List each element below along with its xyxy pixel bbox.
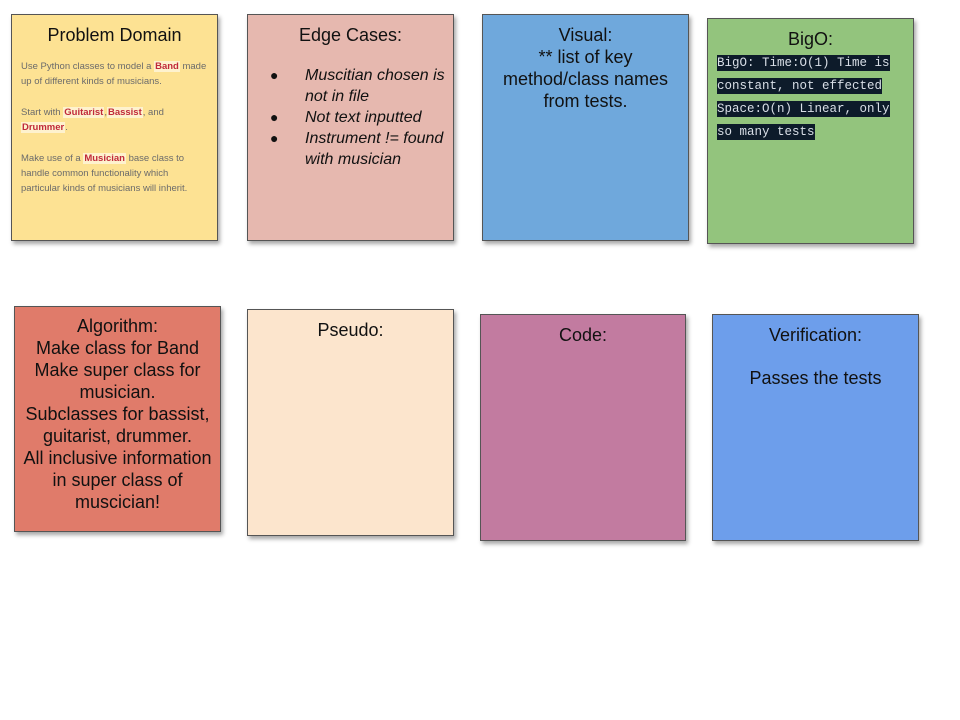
problem-domain-paragraph-3: Make use of a Musician base class to han… (12, 151, 217, 196)
code-card[interactable]: Code: (480, 314, 686, 541)
bigo-card[interactable]: BigO: BigO: Time:O(1) Time is constant, … (707, 18, 914, 244)
edge-cases-title: Edge Cases: (298, 25, 403, 45)
algorithm-line: Subclasses for bassist, guitarist, drumm… (25, 404, 210, 446)
visual-title: Visual: (558, 25, 613, 45)
edge-case-text: Instrument != found with musician (305, 130, 444, 168)
edge-case-text: Muscitian chosen is not in file (305, 67, 445, 105)
list-item: ● Muscitian chosen is not in file (248, 65, 453, 107)
bigo-code-text: BigO: Time:O(1) Time is constant, not ef… (717, 55, 890, 140)
verification-text: Passes the tests (749, 368, 882, 388)
problem-domain-title: Problem Domain (47, 25, 182, 45)
bullet-icon: ● (270, 109, 279, 125)
keyword-drummer: Drummer (21, 122, 66, 133)
keyword-guitarist: Guitarist (63, 107, 105, 118)
algorithm-title: Algorithm: (76, 316, 159, 336)
code-title: Code: (558, 325, 608, 345)
edge-cases-card[interactable]: Edge Cases: ● Muscitian chosen is not in … (247, 14, 454, 241)
keyword-bassist: Bassist (106, 107, 143, 118)
algorithm-line: Make super class for musician. (34, 360, 201, 402)
verification-card[interactable]: Verification: Passes the tests (712, 314, 919, 541)
pd-text: Make use of a (21, 153, 84, 164)
algorithm-line: Make class for Band (35, 338, 200, 358)
pseudo-card[interactable]: Pseudo: (247, 309, 454, 536)
algorithm-card[interactable]: Algorithm: Make class for Band Make supe… (14, 306, 221, 532)
pd-text: . (65, 122, 68, 133)
bullet-icon: ● (270, 67, 279, 83)
keyword-band: Band (154, 61, 180, 72)
visual-text: ** list of key method/class names from t… (502, 47, 669, 111)
problem-domain-paragraph-2: Start with Guitarist,Bassist, and Drumme… (12, 105, 217, 135)
list-item: ● Instrument != found with musician (248, 128, 453, 170)
bigo-code-block: BigO: Time:O(1) Time is constant, not ef… (708, 52, 913, 144)
pseudo-title: Pseudo: (317, 320, 384, 340)
pd-text: , and (142, 107, 164, 118)
problem-domain-paragraph-1: Use Python classes to model a Band made … (12, 59, 217, 89)
verification-title: Verification: (768, 325, 863, 345)
edge-cases-list: ● Muscitian chosen is not in file ● Not te… (248, 65, 453, 170)
bullet-icon: ● (270, 130, 279, 146)
list-item: ● Not text inputted (248, 107, 453, 128)
edge-case-text: Not text inputted (305, 109, 422, 126)
keyword-musician: Musician (83, 153, 126, 164)
pd-text: Use Python classes to model a (21, 61, 155, 72)
problem-domain-card[interactable]: Problem Domain Use Python classes to mod… (11, 14, 218, 241)
algorithm-line: All inclusive information in super class… (23, 448, 212, 512)
pd-text: Start with (21, 107, 64, 118)
bigo-title: BigO: (787, 29, 834, 49)
visual-card[interactable]: Visual: ** list of key method/class name… (482, 14, 689, 241)
